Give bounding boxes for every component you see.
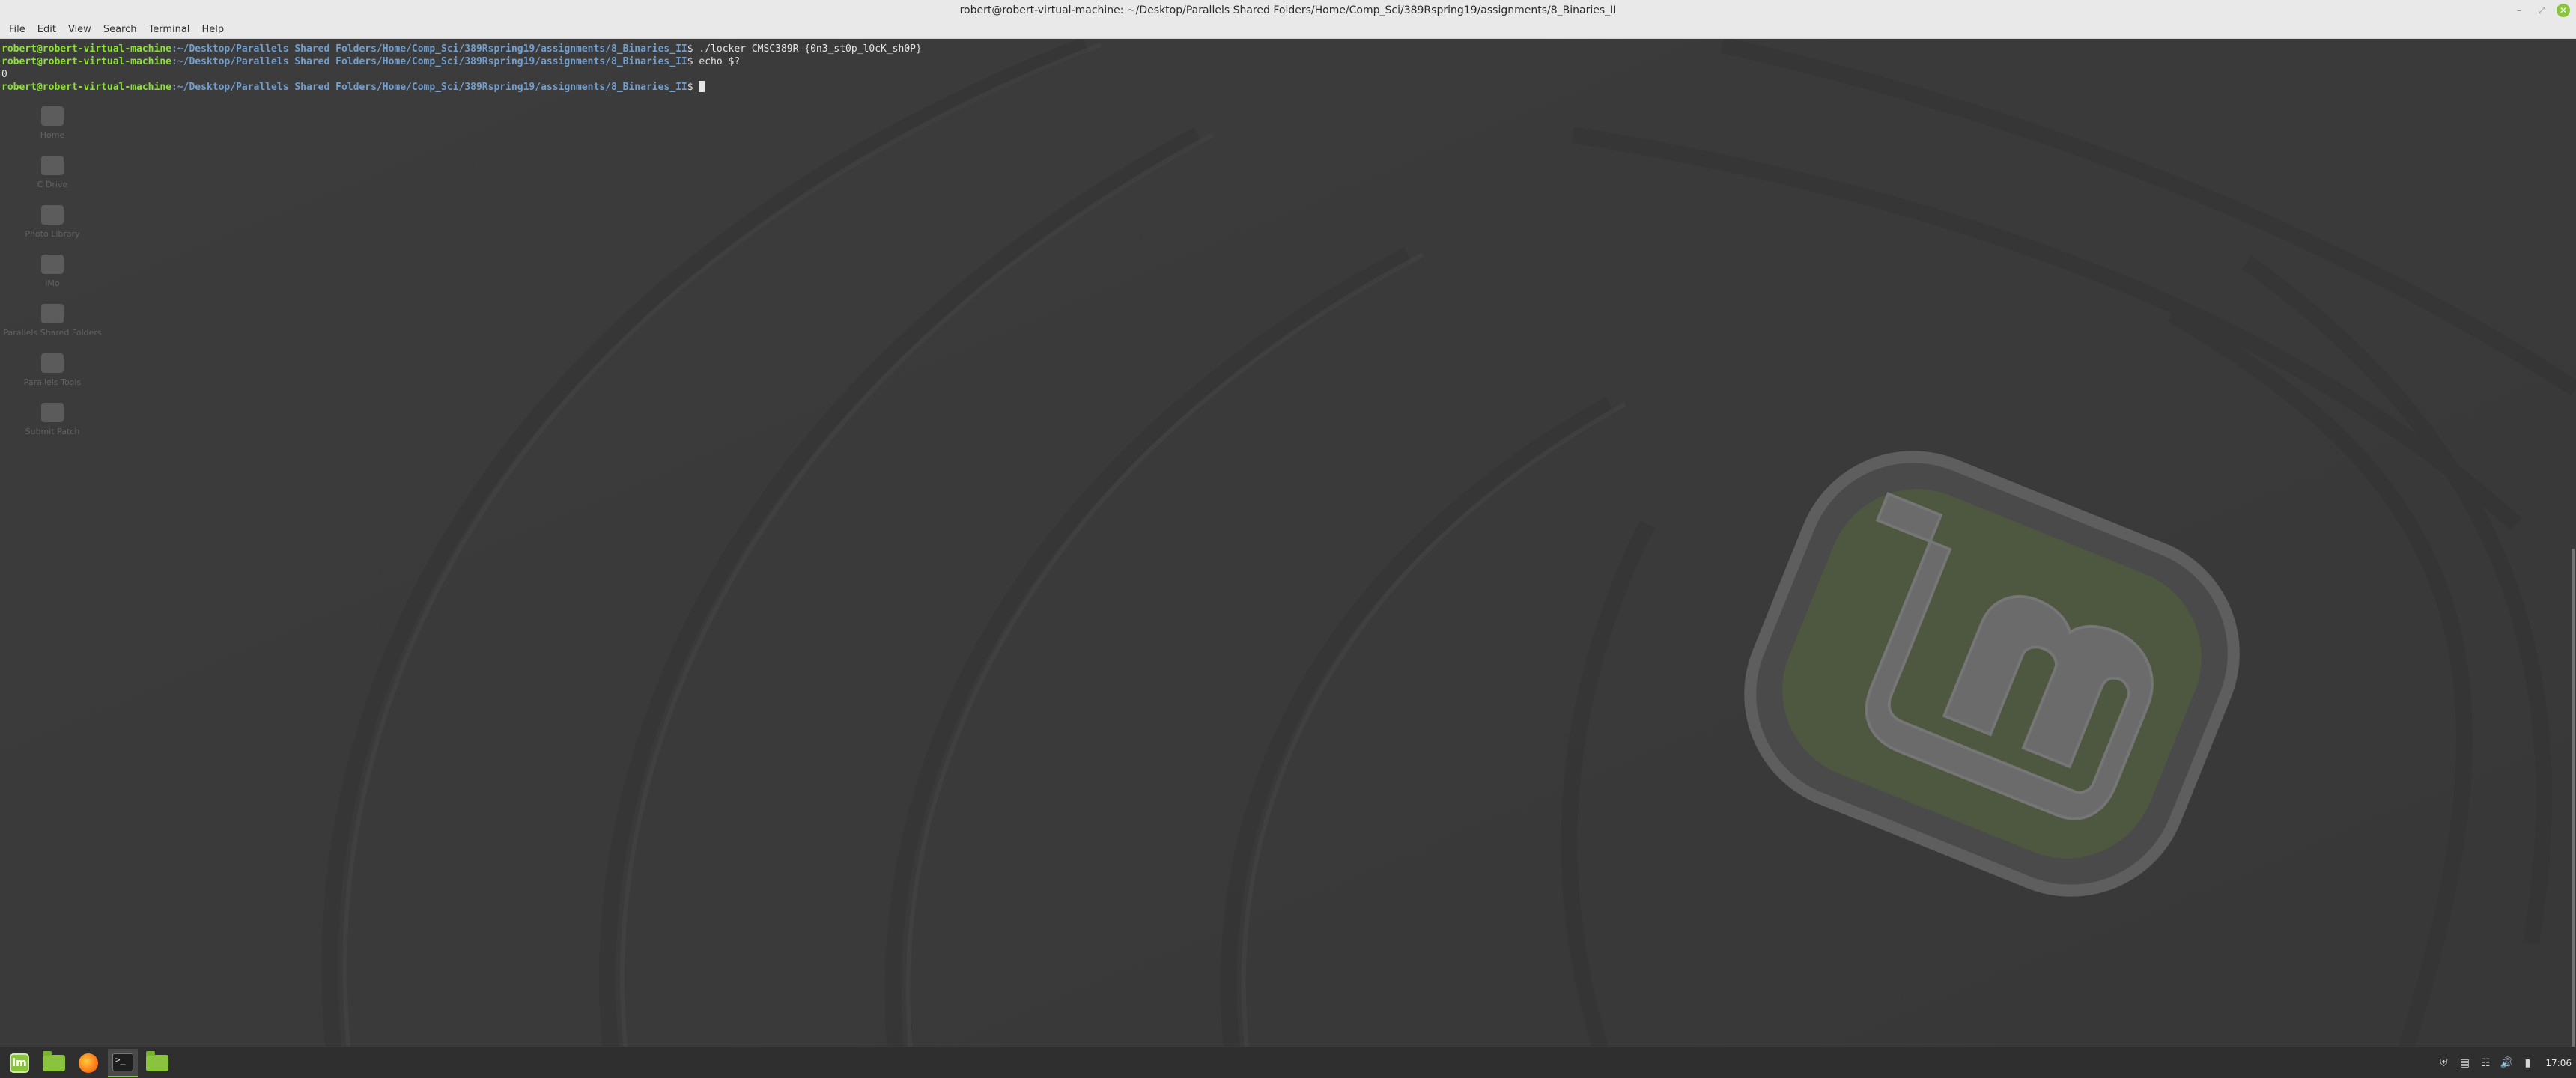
prompt-user: robert@robert-virtual-machine — [1, 43, 171, 55]
window-titlebar[interactable]: robert@robert-virtual-machine: ~/Desktop… — [0, 0, 2576, 22]
window-controls: – ⤢ ✕ — [2512, 3, 2570, 18]
terminal-scrollbar[interactable] — [2569, 40, 2576, 1078]
command-text: echo $? — [699, 56, 741, 67]
prompt-path: :~/Desktop/Parallels Shared Folders/Home… — [171, 43, 687, 55]
mint-menu-button[interactable]: lm — [4, 1049, 34, 1077]
files-launcher[interactable] — [142, 1049, 172, 1077]
terminal-line: robert@robert-virtual-machine:~/Desktop/… — [0, 43, 2576, 55]
prompt-user: robert@robert-virtual-machine — [1, 56, 171, 67]
prompt-symbol: $ — [687, 56, 699, 67]
command-text: ./locker CMSC389R-{0n3_st0p_l0cK_sh0P} — [699, 43, 922, 55]
terminal-line: robert@robert-virtual-machine:~/Desktop/… — [0, 81, 2576, 94]
menu-terminal[interactable]: Terminal — [142, 21, 195, 39]
show-desktop-button[interactable] — [39, 1049, 69, 1077]
terminal-icon: >_ — [112, 1053, 133, 1071]
terminal-line: robert@robert-virtual-machine:~/Desktop/… — [0, 55, 2576, 68]
terminal-launcher[interactable]: >_ — [108, 1048, 138, 1077]
menu-help[interactable]: Help — [195, 21, 230, 39]
scrollbar-thumb[interactable] — [2572, 549, 2575, 1078]
clock[interactable]: 17:06 — [2545, 1058, 2572, 1068]
taskbar: lm >_ ⛨ ▤ ☷ 🔊 ▮ 17:06 — [0, 1047, 2576, 1078]
maximize-icon[interactable]: ⤢ — [2534, 3, 2549, 18]
text-cursor — [699, 81, 705, 92]
minimize-icon[interactable]: – — [2512, 3, 2527, 18]
prompt-symbol: $ — [687, 82, 699, 93]
clipboard-icon[interactable]: ▤ — [2458, 1057, 2470, 1069]
terminal-line: 0 — [0, 68, 2576, 81]
mint-menu-icon: lm — [10, 1053, 29, 1073]
menu-view[interactable]: View — [62, 21, 97, 39]
prompt-path: :~/Desktop/Parallels Shared Folders/Home… — [171, 82, 687, 93]
system-tray: ⛨ ▤ ☷ 🔊 ▮ 17:06 — [2437, 1047, 2572, 1078]
menu-search[interactable]: Search — [97, 21, 143, 39]
shield-icon[interactable]: ⛨ — [2437, 1057, 2449, 1069]
prompt-path: :~/Desktop/Parallels Shared Folders/Home… — [171, 56, 687, 67]
volume-icon[interactable]: 🔊 — [2500, 1057, 2513, 1069]
menu-file[interactable]: File — [3, 21, 31, 39]
files-icon — [146, 1050, 168, 1071]
terminal-output[interactable]: robert@robert-virtual-machine:~/Desktop/… — [0, 40, 2576, 1050]
command-output: 0 — [1, 69, 7, 80]
network-icon[interactable]: ☷ — [2479, 1057, 2491, 1069]
window-title: robert@robert-virtual-machine: ~/Desktop… — [959, 4, 1617, 16]
show-desktop-folder-icon — [43, 1050, 65, 1071]
firefox-launcher[interactable] — [73, 1049, 103, 1077]
terminal-menubar: File Edit View Search Terminal Help — [0, 21, 2576, 39]
battery-icon[interactable]: ▮ — [2521, 1057, 2533, 1069]
firefox-icon — [79, 1053, 98, 1073]
menu-edit[interactable]: Edit — [31, 21, 62, 39]
prompt-symbol: $ — [687, 43, 699, 55]
close-icon[interactable]: ✕ — [2557, 4, 2570, 17]
prompt-user: robert@robert-virtual-machine — [1, 82, 171, 93]
